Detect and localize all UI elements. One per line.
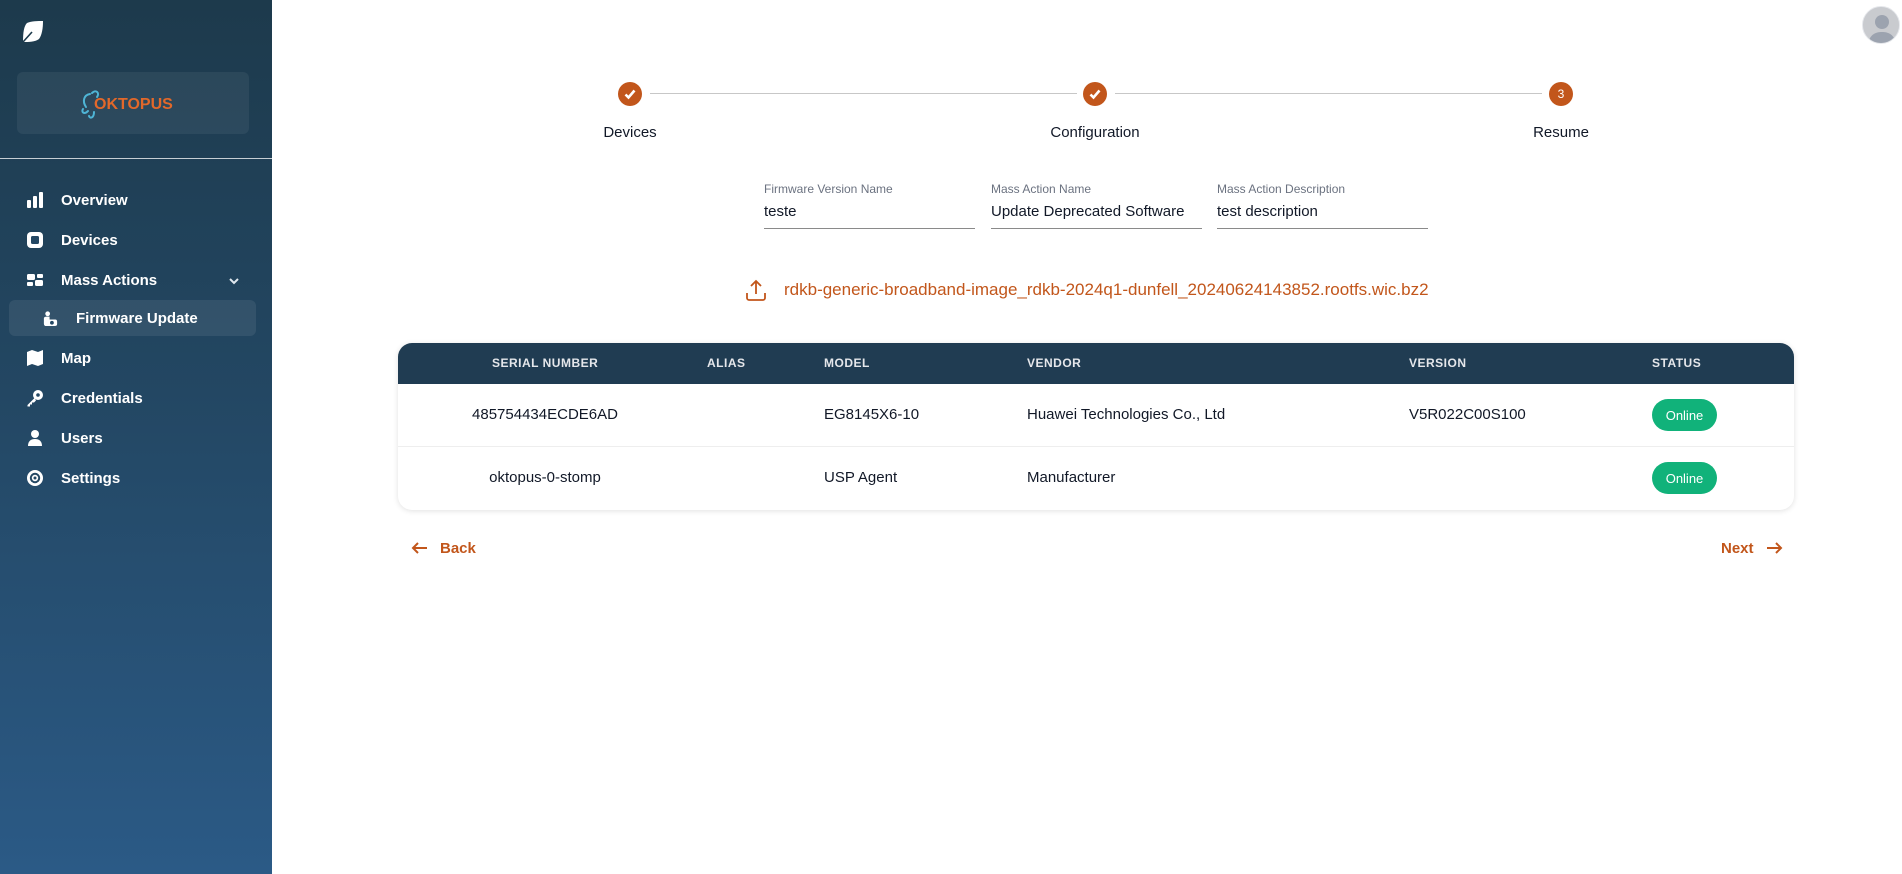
step-2-complete bbox=[1083, 82, 1107, 106]
arrow-right-icon bbox=[1766, 542, 1782, 554]
arrow-left-icon bbox=[411, 542, 427, 554]
sidebar-item-label: Overview bbox=[61, 191, 128, 209]
step-3-active: 3 bbox=[1549, 82, 1573, 106]
cell-model: USP Agent bbox=[824, 469, 898, 486]
field-label: Firmware Version Name bbox=[764, 182, 893, 196]
sidebar-item-label: Credentials bbox=[61, 389, 143, 407]
sidebar-subitem-firmware-update[interactable]: Firmware Update bbox=[9, 300, 256, 336]
mass-action-description-input[interactable] bbox=[1217, 203, 1428, 220]
map-icon bbox=[25, 348, 45, 368]
sidebar-item-map[interactable]: Map bbox=[0, 340, 272, 376]
step-label-devices: Devices bbox=[603, 124, 657, 141]
firmware-version-name-input[interactable] bbox=[764, 203, 975, 220]
mass-action-description-field: Mass Action Description bbox=[1217, 182, 1428, 229]
cell-serial-number: oktopus-0-stomp bbox=[489, 469, 601, 486]
sidebar-item-devices[interactable]: Devices bbox=[0, 222, 272, 258]
uploaded-file-name: rdkb-generic-broadband-image_rdkb-2024q1… bbox=[784, 280, 1429, 299]
sidebar-item-label: Devices bbox=[61, 231, 118, 249]
firmware-icon bbox=[41, 309, 59, 327]
sidebar-item-label: Mass Actions bbox=[61, 271, 158, 289]
table-row[interactable]: 485754434ECDE6AD EG8145X6-10 Huawei Tech… bbox=[398, 384, 1794, 447]
mass-action-name-input[interactable] bbox=[991, 203, 1202, 220]
status-badge: Online bbox=[1652, 399, 1717, 431]
bar-chart-icon bbox=[25, 190, 45, 210]
column-header-serial-number: SERIAL NUMBER bbox=[492, 356, 599, 370]
back-button-label: Back bbox=[440, 539, 476, 557]
step-label-configuration: Configuration bbox=[1050, 124, 1140, 141]
table-row[interactable]: oktopus-0-stomp USP Agent Manufacturer O… bbox=[398, 447, 1794, 510]
sidebar-item-users[interactable]: Users bbox=[0, 420, 272, 456]
field-label: Mass Action Description bbox=[1217, 182, 1346, 196]
sidebar-divider bbox=[0, 158, 272, 159]
sidebar-item-label: Map bbox=[61, 349, 91, 367]
check-icon bbox=[1089, 89, 1101, 100]
step-connector bbox=[1115, 93, 1542, 94]
back-button[interactable]: Back bbox=[410, 536, 476, 560]
column-header-version: VERSION bbox=[1409, 356, 1467, 370]
check-icon bbox=[624, 89, 636, 100]
oktopus-logo-icon: OKTOPUS bbox=[81, 90, 173, 119]
devices-table: SERIAL NUMBER ALIAS MODEL VENDOR VERSION… bbox=[398, 343, 1794, 510]
firmware-version-name-field: Firmware Version Name bbox=[764, 182, 975, 229]
field-label: Mass Action Name bbox=[991, 182, 1092, 196]
column-header-model: MODEL bbox=[824, 356, 870, 370]
step-label-resume: Resume bbox=[1533, 124, 1589, 141]
column-header-alias: ALIAS bbox=[707, 356, 746, 370]
sidebar: OKTOPUS Overview Devices Mass Actions Fi… bbox=[0, 0, 272, 874]
step-1-complete bbox=[618, 82, 642, 106]
svg-text:OKTOPUS: OKTOPUS bbox=[94, 96, 173, 113]
cell-version: V5R022C00S100 bbox=[1409, 406, 1526, 423]
step-connector bbox=[650, 93, 1077, 94]
cell-model: EG8145X6-10 bbox=[824, 406, 920, 423]
next-button[interactable]: Next bbox=[1721, 536, 1784, 560]
cell-serial-number: 485754434ECDE6AD bbox=[472, 406, 618, 423]
cell-vendor: Manufacturer bbox=[1027, 469, 1116, 486]
chevron-down-icon[interactable] bbox=[228, 274, 240, 286]
mass-action-name-field: Mass Action Name bbox=[991, 182, 1202, 229]
firmware-file-upload[interactable]: rdkb-generic-broadband-image_rdkb-2024q1… bbox=[744, 276, 1429, 304]
status-badge: Online bbox=[1652, 462, 1717, 494]
sidebar-item-credentials[interactable]: Credentials bbox=[0, 380, 272, 416]
upload-icon bbox=[746, 279, 766, 301]
column-header-status: STATUS bbox=[1652, 356, 1702, 370]
sidebar-item-label: Settings bbox=[61, 469, 121, 487]
column-header-vendor: VENDOR bbox=[1027, 356, 1082, 370]
device-icon bbox=[25, 230, 45, 250]
sidebar-item-mass-actions[interactable]: Mass Actions bbox=[0, 262, 272, 298]
table-header: SERIAL NUMBER ALIAS MODEL VENDOR VERSION… bbox=[398, 343, 1794, 384]
next-button-label: Next bbox=[1721, 539, 1754, 557]
stepper: 3 Devices Configuration Resume bbox=[272, 0, 1902, 150]
settings-icon bbox=[25, 468, 45, 488]
cell-vendor: Huawei Technologies Co., Ltd bbox=[1027, 406, 1226, 423]
mass-actions-icon bbox=[25, 270, 45, 290]
key-icon bbox=[25, 388, 45, 408]
sidebar-item-label: Users bbox=[61, 429, 103, 447]
app-leaf-icon[interactable] bbox=[18, 18, 46, 46]
brand-logo: OKTOPUS bbox=[17, 72, 249, 134]
sidebar-item-overview[interactable]: Overview bbox=[0, 182, 272, 218]
sidebar-item-settings[interactable]: Settings bbox=[0, 460, 272, 496]
user-icon bbox=[25, 428, 45, 448]
sidebar-subitem-label: Firmware Update bbox=[76, 309, 198, 327]
